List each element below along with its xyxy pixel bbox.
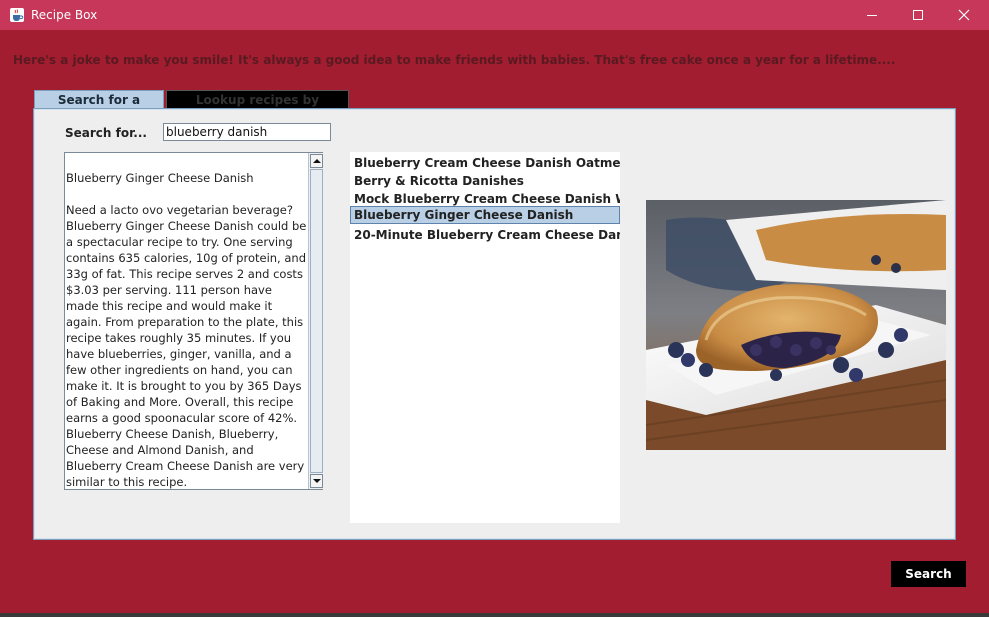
recipe-description-area[interactable]: Blueberry Ginger Cheese Danish Need a la…: [64, 152, 323, 490]
close-button[interactable]: [941, 0, 987, 30]
arrow-up-icon: [313, 159, 321, 163]
results-list[interactable]: Blueberry Cream Cheese Danish Oatmeal Be…: [350, 152, 620, 523]
result-item[interactable]: Blueberry Cream Cheese Danish Oatmeal: [350, 154, 620, 172]
search-label: Search for...: [65, 126, 147, 140]
recipe-image: [646, 200, 946, 450]
minimize-icon: [867, 15, 877, 16]
arrow-down-icon: [313, 479, 321, 483]
maximize-icon: [913, 10, 923, 20]
scroll-up-button[interactable]: [310, 154, 323, 168]
tab-search-recipe[interactable]: Search for a recipe: [34, 90, 164, 121]
window-title: Recipe Box: [31, 8, 98, 22]
result-item[interactable]: Berry & Ricotta Danishes: [350, 172, 620, 190]
minimize-button[interactable]: [849, 0, 895, 30]
description-scrollbar[interactable]: [308, 153, 323, 489]
result-item[interactable]: 20-Minute Blueberry Cream Cheese Danishe…: [350, 226, 620, 244]
search-button[interactable]: Search: [891, 561, 966, 587]
maximize-button[interactable]: [895, 0, 941, 30]
window-bottom-edge: [0, 613, 989, 617]
recipe-description-text: Blueberry Ginger Cheese Danish Need a la…: [66, 171, 307, 489]
scroll-thumb[interactable]: [310, 169, 323, 473]
close-icon: [958, 9, 970, 21]
tab-lookup-ingredient[interactable]: Lookup recipes by ingredient: [166, 90, 349, 121]
search-input[interactable]: [163, 123, 331, 141]
scroll-down-button[interactable]: [310, 474, 323, 488]
result-item-selected[interactable]: Blueberry Ginger Cheese Danish: [350, 206, 620, 224]
title-bar: Recipe Box: [0, 0, 989, 30]
joke-text: Here's a joke to make you smile! It's al…: [13, 53, 896, 67]
java-cup-icon: [9, 7, 25, 23]
